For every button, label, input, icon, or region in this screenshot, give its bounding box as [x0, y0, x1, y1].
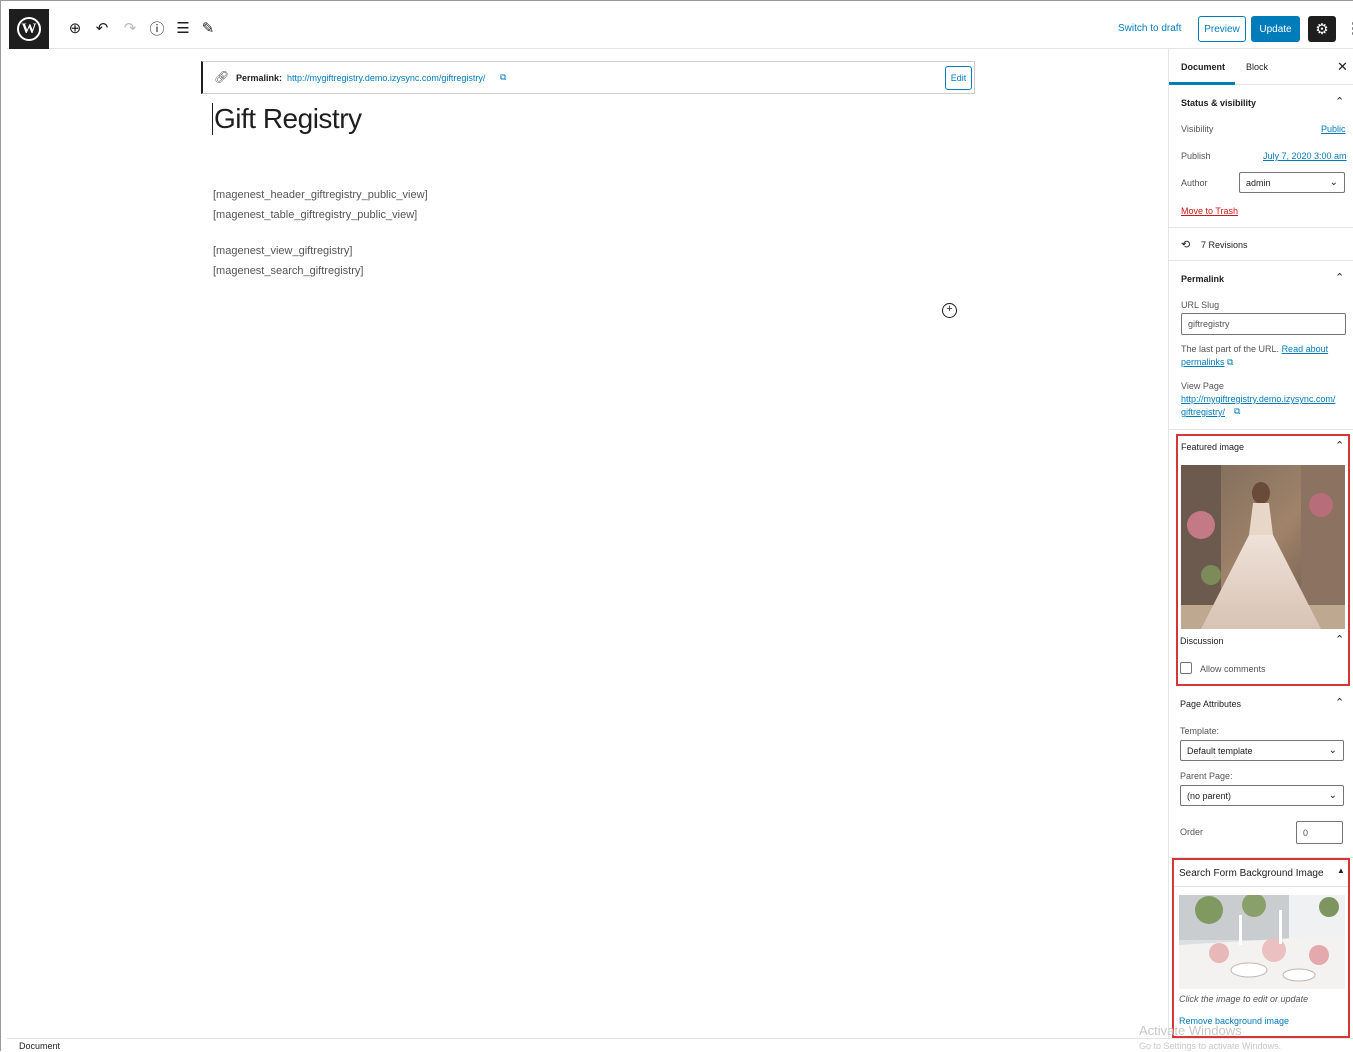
- author-select[interactable]: admin ⌄: [1239, 172, 1345, 193]
- redo-icon[interactable]: ↷: [121, 19, 139, 37]
- author-label: Author: [1181, 178, 1208, 188]
- divider: [1169, 227, 1353, 228]
- parent-page-label: Parent Page:: [1180, 771, 1233, 781]
- chevron-up-icon[interactable]: ⌃: [1335, 95, 1344, 108]
- permalink-help-sentence: The last part of the URL.: [1181, 344, 1280, 354]
- permalink-panel-toggle[interactable]: Permalink: [1181, 274, 1224, 284]
- activate-windows-watermark: Activate Windows: [1139, 1023, 1242, 1038]
- chevron-down-icon: ⌄: [1328, 790, 1337, 801]
- permalink-bar: 🔗︎ Permalink: http://mygiftregistry.demo…: [201, 61, 975, 94]
- info-icon[interactable]: ⓘ: [148, 19, 166, 38]
- settings-sidebar: Document Block ✕ Status & visibility ⌃ V…: [1168, 49, 1353, 1039]
- view-page-label: View Page: [1181, 381, 1224, 391]
- shortcode-block[interactable]: [magenest_header_giftregistry_public_vie…: [213, 189, 428, 201]
- activate-windows-subtext: Go to Settings to activate Windows.: [1139, 1041, 1282, 1051]
- tab-document[interactable]: Document: [1181, 62, 1225, 72]
- more-options-icon[interactable]: ⋮: [1346, 19, 1353, 37]
- post-title[interactable]: Gift Registry: [212, 103, 362, 135]
- publish-label: Publish: [1181, 151, 1211, 161]
- divider: [1169, 429, 1353, 430]
- url-slug-label: URL Slug: [1181, 300, 1220, 310]
- active-tab-indicator: [1169, 82, 1235, 85]
- permalink-help-text: The last part of the URL. Read about per…: [1181, 343, 1346, 369]
- revisions-link[interactable]: 7 Revisions: [1201, 240, 1248, 250]
- move-to-trash-link[interactable]: Move to Trash: [1181, 206, 1238, 216]
- visibility-label: Visibility: [1181, 124, 1214, 134]
- highlight-box: [1172, 858, 1350, 1038]
- close-sidebar-icon[interactable]: ✕: [1337, 59, 1348, 75]
- template-select[interactable]: Default template ⌄: [1180, 740, 1344, 761]
- block-inserter-icon[interactable]: +: [942, 303, 957, 318]
- undo-icon[interactable]: ↶: [93, 19, 111, 37]
- chevron-up-icon[interactable]: ⌃: [1335, 271, 1344, 284]
- publish-date-link[interactable]: July 7, 2020 3:00 am: [1263, 151, 1347, 161]
- external-link-icon[interactable]: ⧉: [500, 72, 506, 83]
- settings-gear-icon[interactable]: ⚙: [1308, 16, 1336, 42]
- preview-button[interactable]: Preview: [1198, 16, 1246, 42]
- chevron-down-icon: ⌄: [1328, 745, 1337, 756]
- divider: [1169, 260, 1353, 261]
- shortcode-block[interactable]: [magenest_view_giftregistry]: [213, 245, 352, 257]
- shortcode-block[interactable]: [magenest_search_giftregistry]: [213, 265, 363, 277]
- template-label: Template:: [1180, 726, 1220, 736]
- order-input[interactable]: 0: [1296, 821, 1343, 844]
- order-label: Order: [1180, 827, 1204, 837]
- permalink-url[interactable]: http://mygiftregistry.demo.izysync.com/g…: [287, 73, 485, 83]
- tools-pencil-icon[interactable]: ✎: [199, 19, 217, 37]
- sidebar-tabs: Document Block ✕: [1169, 49, 1353, 85]
- url-slug-input[interactable]: giftregistry: [1181, 313, 1346, 335]
- shortcode-block[interactable]: [magenest_table_giftregistry_public_view…: [213, 209, 417, 221]
- chevron-up-icon[interactable]: ⌃: [1335, 696, 1344, 709]
- wordpress-icon: W: [17, 17, 41, 41]
- page-attributes-panel-toggle[interactable]: Page Attributes: [1180, 699, 1241, 709]
- external-link-icon: ⧉: [1234, 406, 1241, 416]
- view-page-link-cont[interactable]: giftregistry/: [1181, 407, 1225, 417]
- link-icon: 🔗︎: [214, 70, 230, 84]
- chevron-down-icon: ⌄: [1329, 177, 1338, 188]
- tab-block[interactable]: Block: [1246, 62, 1268, 72]
- view-page-link[interactable]: http://mygiftregistry.demo.izysync.com/: [1181, 394, 1335, 404]
- permalink-label: Permalink:: [236, 73, 283, 83]
- highlight-box: [1176, 434, 1350, 686]
- external-link-icon: ⧉: [1227, 357, 1234, 367]
- permalink-edit-button[interactable]: Edit: [945, 66, 972, 90]
- outline-icon[interactable]: ☰: [174, 19, 192, 37]
- add-block-icon[interactable]: ⊕: [66, 19, 84, 37]
- status-visibility-panel-toggle[interactable]: Status & visibility: [1181, 98, 1256, 108]
- editor-toolbar: W ⊕ ↶ ↷ ⓘ ☰ ✎ Switch to draft Preview Up…: [7, 7, 1353, 49]
- update-button[interactable]: Update: [1251, 16, 1300, 42]
- author-select-value: admin: [1246, 177, 1271, 188]
- wordpress-logo[interactable]: W: [9, 9, 49, 49]
- revisions-history-icon: ⟲: [1181, 239, 1191, 251]
- breadcrumb[interactable]: Document: [19, 1041, 60, 1051]
- parent-page-select-value: (no parent): [1187, 790, 1232, 801]
- parent-page-select[interactable]: (no parent) ⌄: [1180, 785, 1344, 806]
- visibility-value-link[interactable]: Public: [1321, 124, 1346, 134]
- template-select-value: Default template: [1187, 745, 1253, 756]
- switch-to-draft-button[interactable]: Switch to draft: [1118, 23, 1181, 34]
- editor-window: W ⊕ ↶ ↷ ⓘ ☰ ✎ Switch to draft Preview Up…: [0, 0, 1353, 1052]
